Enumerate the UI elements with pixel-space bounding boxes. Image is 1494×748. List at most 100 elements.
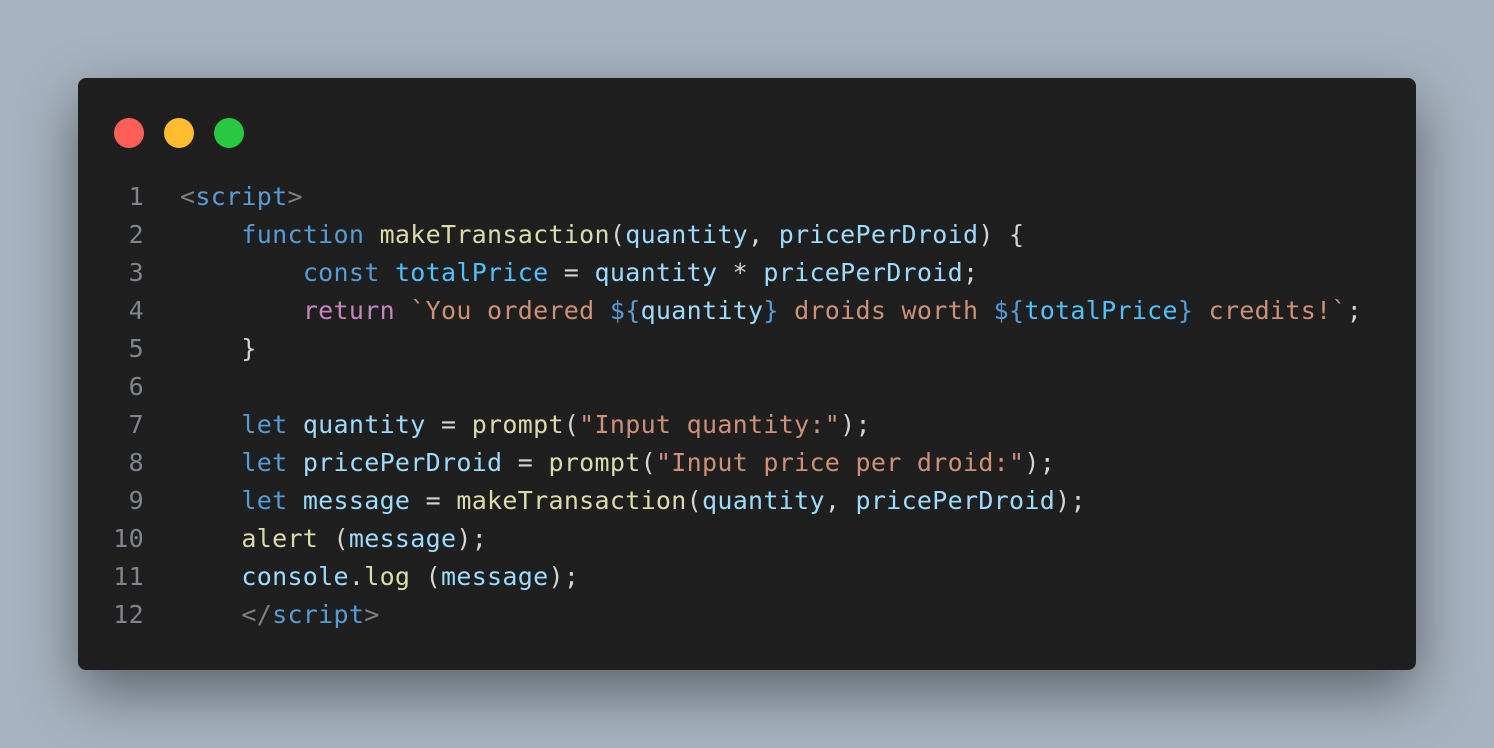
code-token: let: [241, 486, 288, 515]
code-token: );: [1024, 448, 1056, 477]
code-token: let: [241, 448, 288, 477]
code-content: console.log (message);: [144, 558, 579, 596]
code-line: 8 let pricePerDroid = prompt("Input pric…: [78, 444, 1416, 482]
code-token: );: [840, 410, 871, 439]
code-line: 10 alert (message);: [78, 520, 1416, 558]
line-number: 5: [128, 334, 144, 363]
code-token: return: [302, 296, 395, 325]
code-token: }: [763, 296, 779, 325]
line-number: 11: [113, 562, 144, 591]
code-line: 4 return `You ordered ${quantity} droids…: [78, 292, 1416, 330]
code-token: >: [364, 600, 380, 629]
code-line: 2 function makeTransaction(quantity, pri…: [78, 216, 1416, 254]
line-number: 12: [113, 600, 144, 629]
code-token: log: [364, 562, 411, 591]
code-content: function makeTransaction(quantity, price…: [144, 216, 1024, 254]
line-number: 2: [128, 220, 144, 249]
code-token: );: [456, 524, 488, 553]
code-token: (: [640, 448, 656, 477]
code-token: =: [410, 486, 457, 515]
minimize-button[interactable]: [164, 118, 194, 148]
code-window: 1 <script> 2 function makeTransaction(quan…: [78, 78, 1416, 670]
code-token: message: [441, 562, 549, 591]
code-content: let pricePerDroid = prompt("Input price …: [144, 444, 1055, 482]
code-token: ,: [824, 486, 856, 515]
code-line: 11 console.log (message);: [78, 558, 1416, 596]
code-token: message: [348, 524, 457, 553]
code-line: 12 </script>: [78, 596, 1416, 634]
code-token: script: [272, 600, 365, 629]
code-token: (: [609, 220, 626, 249]
code-token: =: [502, 448, 549, 477]
code-token: `You ordered: [410, 296, 610, 325]
code-content: </script>: [144, 596, 380, 634]
code-token: =: [425, 410, 472, 439]
code-token: credits!`: [1193, 296, 1347, 325]
code-token: =: [548, 258, 595, 287]
code-token: (: [410, 562, 441, 591]
line-number: 4: [128, 296, 144, 325]
code-token: ;: [962, 258, 979, 287]
code-content: [144, 368, 180, 406]
code-block: 1 <script> 2 function makeTransaction(quan…: [78, 178, 1416, 634]
window-controls: [114, 118, 244, 148]
code-token: .: [348, 562, 365, 591]
code-content: let message = makeTransaction(quantity, …: [144, 482, 1086, 520]
code-token: "Input quantity:": [579, 410, 841, 439]
code-token: message: [302, 486, 411, 515]
code-token: function: [241, 220, 365, 249]
code-token: prompt: [471, 410, 564, 439]
line-number: 7: [128, 410, 144, 439]
code-token: droids worth: [778, 296, 994, 325]
code-token: pricePerDroid: [778, 220, 979, 249]
code-token: <: [180, 182, 196, 211]
code-token: console: [241, 562, 349, 591]
code-token: const: [302, 258, 380, 287]
line-number: 8: [128, 448, 144, 477]
code-line: 5 }: [78, 330, 1416, 368]
code-token: }: [180, 334, 257, 363]
code-token: >: [287, 182, 303, 211]
code-line: 9 let message = makeTransaction(quantity…: [78, 482, 1416, 520]
code-line: 6: [78, 368, 1416, 406]
code-token: quantity: [625, 220, 749, 249]
line-number: 6: [128, 372, 144, 401]
code-content: return `You ordered ${quantity} droids w…: [144, 292, 1362, 330]
code-token: pricePerDroid: [855, 486, 1056, 515]
maximize-button[interactable]: [214, 118, 244, 148]
code-line: 7 let quantity = prompt("Input quantity:…: [78, 406, 1416, 444]
code-token: makeTransaction: [379, 220, 610, 249]
code-token: *: [717, 258, 764, 287]
code-token: totalPrice: [394, 258, 549, 287]
code-line: 1 <script>: [78, 178, 1416, 216]
code-token: );: [1055, 486, 1086, 515]
code-token: (: [563, 410, 580, 439]
line-number: 3: [128, 258, 144, 287]
code-token: </: [241, 600, 273, 629]
code-token: (: [686, 486, 702, 515]
code-token: quantity: [702, 486, 825, 515]
code-token: "Input price per droid:": [655, 448, 1025, 477]
code-line: 3 const totalPrice = quantity * pricePer…: [78, 254, 1416, 292]
code-token: );: [548, 562, 580, 591]
close-button[interactable]: [114, 118, 144, 148]
code-token: prompt: [548, 448, 641, 477]
line-number: 10: [113, 524, 144, 553]
code-token: script: [195, 182, 288, 211]
code-content: }: [144, 330, 257, 368]
code-token: quantity: [640, 296, 764, 325]
code-token: quantity: [594, 258, 718, 287]
